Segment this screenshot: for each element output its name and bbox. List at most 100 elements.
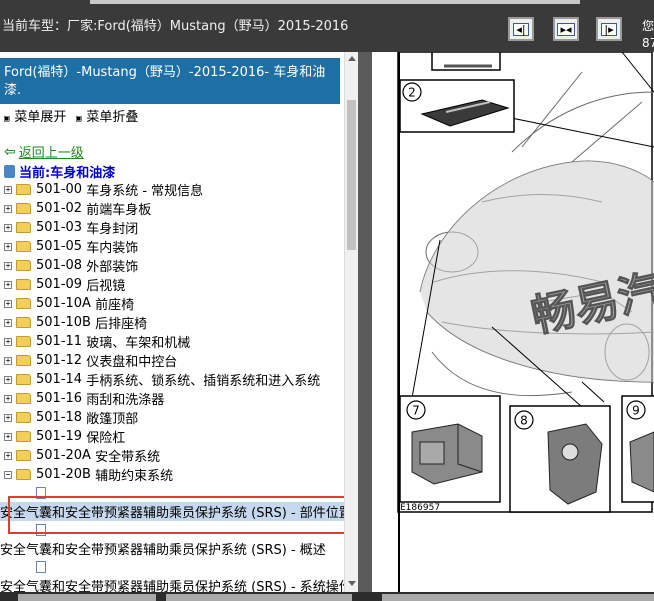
expand-toggle-icon[interactable]: +	[4, 299, 12, 308]
tree-item-code: 501-02	[36, 201, 83, 216]
top-toolbar: 当前车型：厂家:Ford(福特）Mustang（野马）2015-2016 ◂| …	[0, 0, 654, 52]
expand-label: 菜单展开	[14, 110, 67, 125]
tree-item[interactable]: +501-20A 安全带系统	[0, 446, 344, 465]
tree-item[interactable]: +501-03 车身封闭	[0, 218, 344, 237]
tree-item[interactable]: +501-19 保险杠	[0, 427, 344, 446]
back-arrow-icon: ⇦	[4, 143, 16, 160]
tree-item-label: 前座椅	[95, 298, 135, 313]
tree-item[interactable]: +501-05 车内装饰	[0, 237, 344, 256]
tree-item-code: 501-18	[36, 410, 83, 425]
tree-item[interactable]: +501-08 外部装饰	[0, 256, 344, 275]
expand-toggle-icon[interactable]: +	[4, 451, 12, 460]
tree-item[interactable]: +501-14 手柄系统、锁系统、插销系统和进入系统	[0, 370, 344, 389]
pane-splitter[interactable]	[358, 52, 372, 592]
expand-toggle-icon[interactable]: +	[4, 413, 12, 422]
expand-toggle-icon[interactable]: +	[4, 394, 12, 403]
tree-item-label: 车身系统 - 常规信息	[86, 184, 204, 199]
left-scrollbar[interactable]	[344, 52, 359, 592]
callout-9: 9	[621, 395, 654, 503]
diagram-pane: 畅易汽 2 7 8 9 E186957	[372, 52, 654, 592]
folder-icon	[16, 431, 31, 442]
current-location: 当前:车身和油漆	[4, 162, 115, 181]
tree-item-code: 501-16	[36, 391, 83, 406]
folder-icon	[16, 336, 31, 347]
doc-link-label: 安全气囊和安全带预紧器辅助乘员保护系统 (SRS) - 概述	[0, 543, 326, 558]
expand-toggle-icon[interactable]: +	[4, 204, 12, 213]
folder-icon	[16, 374, 31, 385]
collapse-menu-button[interactable]: ▣ 菜单折叠	[76, 106, 138, 125]
tree-item[interactable]: +501-02 前端车身板	[0, 199, 344, 218]
folder-icon	[16, 317, 31, 328]
tree-item[interactable]: +501-11 玻璃、车架和机械	[0, 332, 344, 351]
tree-item-label: 玻璃、车架和机械	[86, 336, 191, 351]
folder-icon	[16, 412, 31, 423]
current-vehicle-title: 当前车型：厂家:Ford(福特）Mustang（野马）2015-2016	[2, 19, 349, 34]
tree-item-code: 501-08	[36, 258, 83, 273]
doc-node	[0, 558, 344, 576]
current-label: 当前:车身和油漆	[19, 166, 116, 181]
tree-item-code: 501-03	[36, 220, 83, 235]
bottom-tab-2[interactable]	[166, 594, 352, 601]
folder-icon	[16, 298, 31, 309]
bottom-tab-3[interactable]	[382, 594, 654, 601]
callout-7: 7	[399, 395, 501, 503]
callout-number: 9	[632, 404, 640, 418]
scroll-down-arrow-icon[interactable]	[348, 581, 356, 586]
bottom-tab-1[interactable]	[18, 594, 156, 601]
tree-item-label: 后视镜	[86, 279, 126, 294]
callout-2: 2	[399, 79, 515, 133]
doc-link-system-operation[interactable]: 安全气囊和安全带预紧器辅助乘员保护系统 (SRS) - 系统操作	[0, 576, 344, 592]
folder-icon	[16, 279, 31, 290]
expand-toggle-icon[interactable]: +	[4, 318, 12, 327]
highlight-box	[8, 496, 356, 534]
back-link[interactable]: ⇦ 返回上一级	[4, 142, 84, 162]
collapse-toggle-icon[interactable]: −	[4, 470, 12, 479]
tree-item-code: 501-19	[36, 429, 83, 444]
expand-toggle-icon[interactable]: +	[4, 375, 12, 384]
book-icon	[4, 165, 15, 178]
tree-item-label: 敞篷顶部	[86, 412, 139, 427]
first-page-button[interactable]: ◂|	[508, 17, 534, 41]
folder-icon	[16, 203, 31, 214]
expand-toggle-icon[interactable]: +	[4, 242, 12, 251]
expand-toggle-icon[interactable]: +	[4, 337, 12, 346]
tree-item[interactable]: +501-16 雨刮和洗涤器	[0, 389, 344, 408]
tree-item-label: 手柄系统、锁系统、插销系统和进入系统	[86, 374, 321, 389]
tree-item-label: 辅助约束系统	[95, 469, 174, 484]
tree-item-code: 501-05	[36, 239, 83, 254]
expand-toggle-icon[interactable]: +	[4, 280, 12, 289]
scroll-up-arrow-icon[interactable]	[348, 56, 356, 61]
scroll-thumb[interactable]	[347, 100, 356, 250]
tree-item[interactable]: +501-18 敞篷顶部	[0, 408, 344, 427]
next-page-button[interactable]: |▸	[596, 17, 622, 41]
expand-toggle-icon[interactable]: +	[4, 432, 12, 441]
tree-item[interactable]: +501-09 后视镜	[0, 275, 344, 294]
component-diagram: 畅易汽 2 7 8 9 E186957	[397, 52, 654, 592]
tree-item-expanded[interactable]: − 501-20B 辅助约束系统	[0, 465, 344, 484]
corner-text: 您 87	[642, 18, 654, 52]
tree-item-code: 501-20A	[36, 448, 91, 463]
first-page-icon: ◂|	[513, 22, 529, 36]
tree-item[interactable]: +501-12 仪表盘和中控台	[0, 351, 344, 370]
expand-toggle-icon[interactable]: +	[4, 261, 12, 270]
folder-open-icon	[16, 469, 31, 480]
fit-page-button[interactable]: ▸◂	[553, 17, 579, 41]
callout-8: 8	[509, 405, 611, 513]
tree-item[interactable]: +501-10B 后排座椅	[0, 313, 344, 332]
tree-item[interactable]: +501-00 车身系统 - 常规信息	[0, 180, 344, 199]
expand-toggle-icon[interactable]: +	[4, 185, 12, 194]
expand-toggle-icon[interactable]: +	[4, 223, 12, 232]
tree-item-code: 501-12	[36, 353, 83, 368]
expand-toggle-icon[interactable]: +	[4, 356, 12, 365]
tree-item[interactable]: +501-10A 前座椅	[0, 294, 344, 313]
expand-menu-button[interactable]: ▣ 菜单展开	[4, 106, 66, 125]
folder-icon	[16, 241, 31, 252]
folder-icon	[16, 393, 31, 404]
folder-icon	[16, 450, 31, 461]
doc-link-overview[interactable]: 安全气囊和安全带预紧器辅助乘员保护系统 (SRS) - 概述	[0, 539, 344, 558]
folder-icon	[16, 222, 31, 233]
tree-item-code: 501-20B	[36, 467, 91, 482]
tree-item-code: 501-00	[36, 182, 83, 197]
folder-icon	[16, 184, 31, 195]
tree-item-label: 保险杠	[86, 431, 126, 446]
